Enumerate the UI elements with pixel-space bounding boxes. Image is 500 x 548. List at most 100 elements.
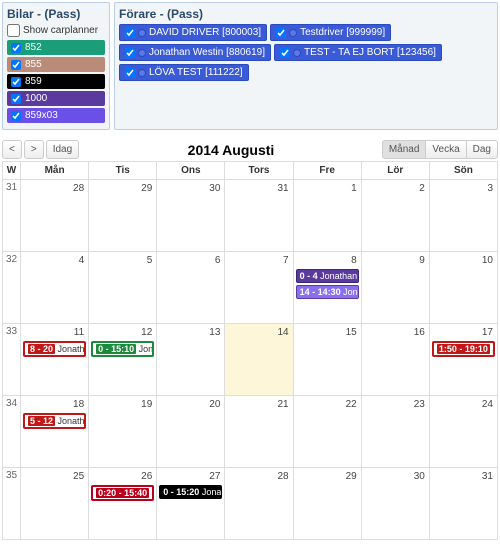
driver-checkbox[interactable] (276, 28, 286, 38)
day-cell[interactable]: 14 (225, 324, 293, 396)
event-text: Jonathan (55, 416, 86, 426)
car-item[interactable]: 859x03 (7, 108, 105, 123)
day-number: 29 (91, 182, 154, 195)
day-cell[interactable]: 30 (361, 468, 429, 540)
day-cell[interactable]: 22 (293, 396, 361, 468)
day-number: 31 (432, 470, 495, 483)
day-cell[interactable]: 4 (21, 252, 89, 324)
car-checkbox[interactable] (11, 94, 21, 104)
day-cell[interactable]: 260:20 - 15:40 Jor (89, 468, 157, 540)
header-sun: Sön (429, 162, 497, 180)
day-number: 28 (227, 470, 290, 483)
day-cell[interactable]: 31 (225, 180, 293, 252)
day-cell[interactable]: 118 - 20 Jonathan (21, 324, 89, 396)
day-cell[interactable]: 20 (157, 396, 225, 468)
day-cell[interactable]: 29 (89, 180, 157, 252)
car-checkbox[interactable] (11, 43, 21, 53)
driver-item[interactable]: Jonathan Westin [880619] (119, 44, 271, 61)
driver-item[interactable]: TEST - TA EJ BORT [123456] (274, 44, 442, 61)
prev-button[interactable]: < (2, 140, 22, 159)
day-cell[interactable]: 9 (361, 252, 429, 324)
event[interactable]: 1:50 - 19:10 Jor (432, 341, 495, 357)
day-number: 13 (159, 326, 222, 339)
next-button[interactable]: > (24, 140, 44, 159)
car-item[interactable]: 1000 (7, 91, 105, 106)
event[interactable]: 5 - 12 Jonathan (23, 413, 86, 429)
day-cell[interactable]: 13 (157, 324, 225, 396)
day-number: 12 (91, 326, 154, 339)
day-cell[interactable]: 28 (21, 180, 89, 252)
event[interactable]: 0 - 4 Jonathan W (296, 269, 359, 283)
event[interactable]: 14 - 14:30 Jonat (296, 285, 359, 299)
day-cell[interactable]: 16 (361, 324, 429, 396)
day-cell[interactable]: 2 (361, 180, 429, 252)
day-cell[interactable]: 30 (157, 180, 225, 252)
day-cell[interactable]: 6 (157, 252, 225, 324)
header-fri: Fre (293, 162, 361, 180)
day-cell[interactable]: 21 (225, 396, 293, 468)
event-text: Jonat (341, 287, 359, 297)
driver-radio-icon[interactable] (138, 49, 146, 57)
day-number: 15 (296, 326, 359, 339)
car-checkbox[interactable] (11, 111, 21, 121)
driver-item[interactable]: Testdriver [999999] (270, 24, 391, 41)
day-cell[interactable]: 3 (429, 180, 497, 252)
driver-checkbox[interactable] (125, 28, 135, 38)
driver-radio-icon[interactable] (289, 29, 297, 37)
today-button[interactable]: Idag (46, 140, 79, 159)
event[interactable]: 0 - 15:20 Jonath (159, 485, 222, 499)
day-cell[interactable]: 23 (361, 396, 429, 468)
car-item[interactable]: 855 (7, 57, 105, 72)
event[interactable]: 0 - 15:10 Jonath (91, 341, 154, 357)
day-cell[interactable]: 1 (293, 180, 361, 252)
driver-checkbox[interactable] (125, 68, 135, 78)
day-cell[interactable]: 28 (225, 468, 293, 540)
event-time: 0 - 4 (300, 271, 318, 281)
car-label: 852 (25, 42, 42, 53)
day-number: 10 (432, 254, 495, 267)
view-week-button[interactable]: Vecka (425, 140, 466, 159)
day-number: 21 (227, 398, 290, 411)
driver-radio-icon[interactable] (293, 49, 301, 57)
view-month-button[interactable]: Månad (382, 140, 427, 159)
event-text: Jonathan (55, 344, 86, 354)
day-cell[interactable]: 185 - 12 Jonathan (21, 396, 89, 468)
car-label: 859x03 (25, 110, 58, 121)
day-cell[interactable]: 12 0 - 15:10 Jonath (89, 324, 157, 396)
cars-panel-title: Bilar - (Pass) (7, 7, 105, 21)
car-checkbox[interactable] (11, 77, 21, 87)
day-cell[interactable]: 10 (429, 252, 497, 324)
driver-radio-icon[interactable] (138, 29, 146, 37)
day-number: 28 (23, 182, 86, 195)
day-cell[interactable]: 31 (429, 468, 497, 540)
day-cell[interactable]: 19 (89, 396, 157, 468)
event-time: 0 - 15:20 (163, 487, 199, 497)
view-day-button[interactable]: Dag (466, 140, 498, 159)
car-item[interactable]: 852 (7, 40, 105, 55)
day-cell[interactable]: 15 (293, 324, 361, 396)
car-item[interactable]: 859 (7, 74, 105, 89)
driver-checkbox[interactable] (125, 48, 135, 58)
event[interactable]: 0:20 - 15:40 Jor (91, 485, 154, 501)
day-cell[interactable]: 7 (225, 252, 293, 324)
day-cell[interactable]: 171:50 - 19:10 Jor (429, 324, 497, 396)
day-cell[interactable]: 5 (89, 252, 157, 324)
event-text: Jor (490, 344, 495, 354)
day-cell[interactable]: 80 - 4 Jonathan W14 - 14:30 Jonat (293, 252, 361, 324)
day-cell[interactable]: 25 (21, 468, 89, 540)
driver-checkbox[interactable] (280, 48, 290, 58)
driver-radio-icon[interactable] (138, 69, 146, 77)
event[interactable]: 8 - 20 Jonathan (23, 341, 86, 357)
driver-item[interactable]: LÖVA TEST [111222] (119, 64, 249, 81)
day-number: 23 (364, 398, 427, 411)
day-cell[interactable]: 24 (429, 396, 497, 468)
car-checkbox[interactable] (11, 60, 21, 70)
carplanner-checkbox[interactable] (7, 24, 20, 37)
calendar-header: < > Idag 2014 Augusti Månad Vecka Dag (2, 140, 498, 159)
header-mon: Mån (21, 162, 89, 180)
day-cell[interactable]: 29 (293, 468, 361, 540)
driver-item[interactable]: DAVID DRIVER [800003] (119, 24, 267, 41)
carplanner-toggle[interactable]: Show carplanner (7, 24, 105, 37)
day-cell[interactable]: 270 - 15:20 Jonath (157, 468, 225, 540)
week-number: 34 (3, 396, 21, 468)
